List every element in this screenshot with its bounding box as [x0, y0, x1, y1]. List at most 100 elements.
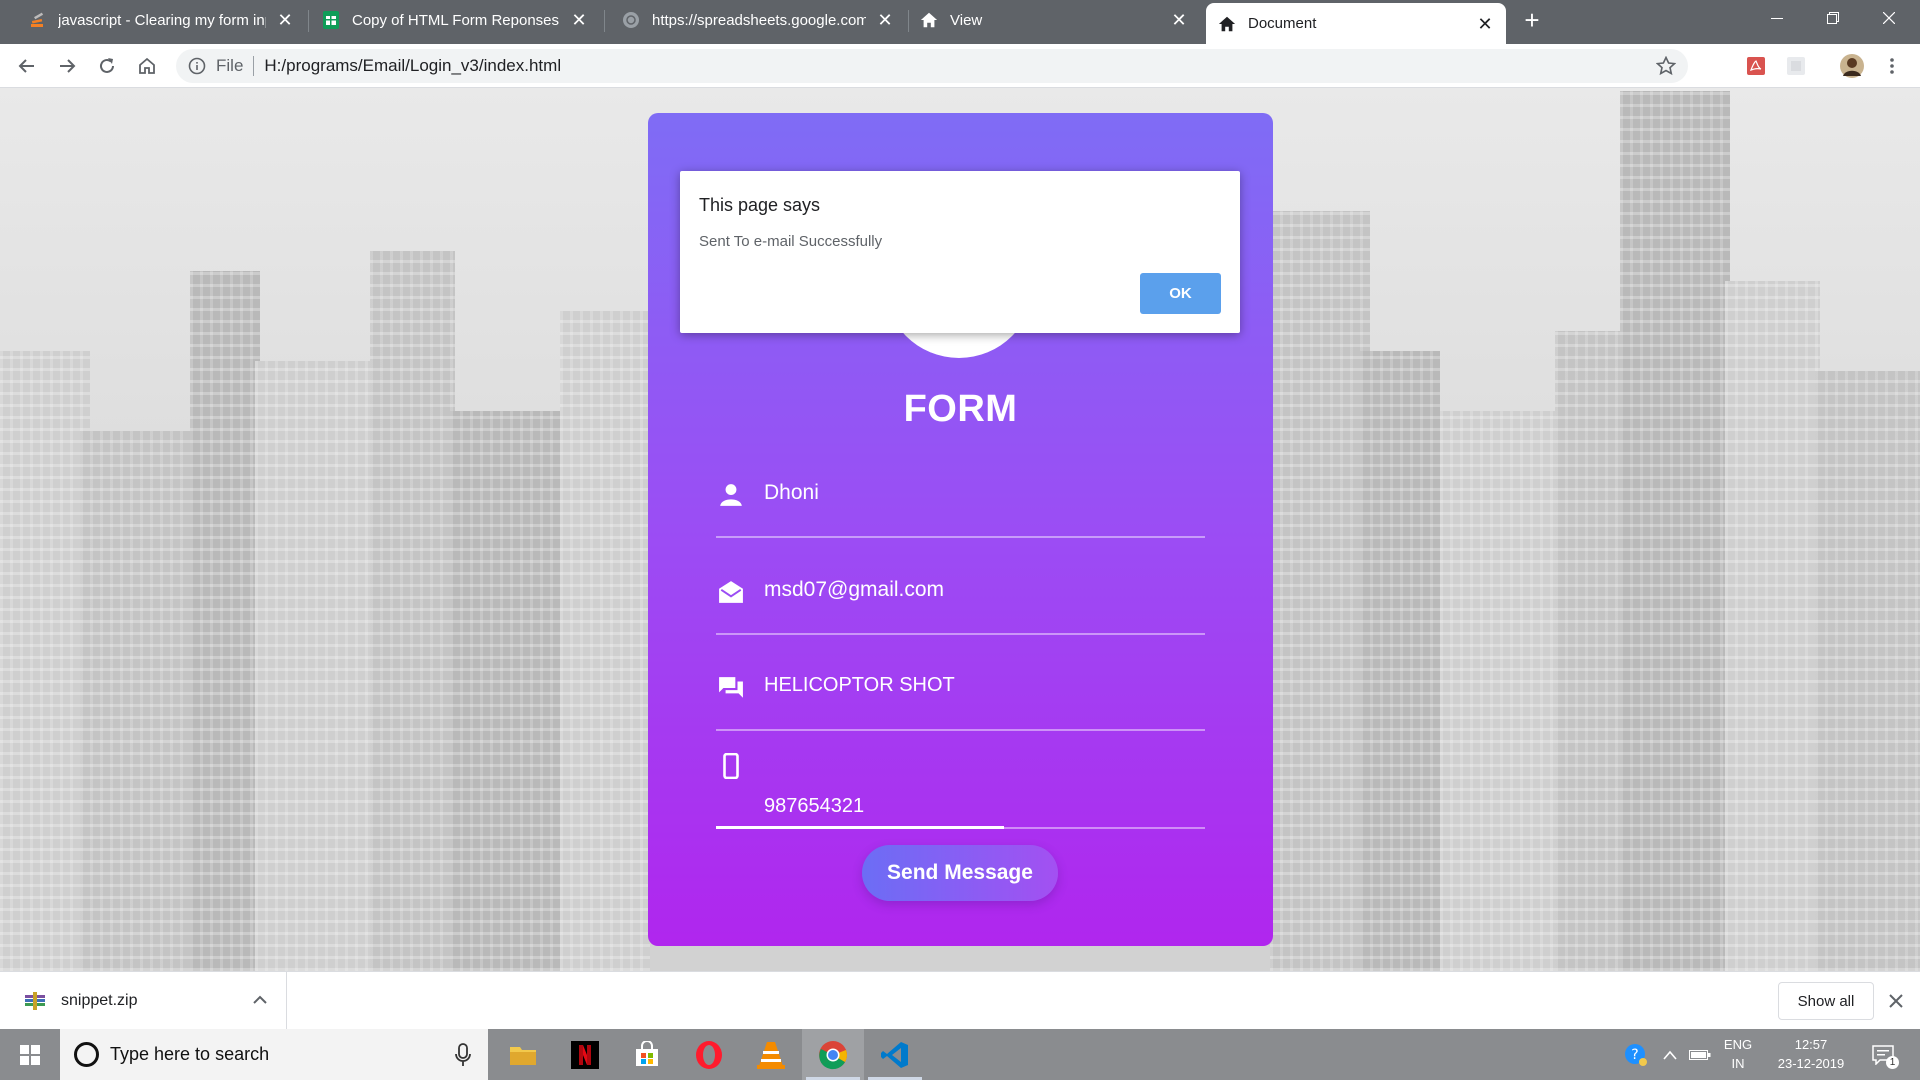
tab-view[interactable]: View ✕	[908, 0, 1200, 40]
info-icon[interactable]	[188, 57, 206, 75]
page-viewport: FORM Dhoni msd07@gmail.com HELICOPTOR SH…	[0, 88, 1920, 971]
search-placeholder: Type here to search	[110, 1044, 270, 1064]
download-file-name: snippet.zip	[61, 992, 138, 1009]
avatar-icon	[1840, 54, 1864, 78]
new-tab-button[interactable]: +	[1518, 6, 1546, 34]
region-code: IN	[1731, 1056, 1745, 1071]
back-button[interactable]	[13, 52, 41, 80]
help-tray-icon[interactable]: ?	[1624, 1043, 1648, 1067]
menu-button[interactable]	[1878, 52, 1906, 80]
url-scheme: File	[216, 56, 244, 75]
tab-title: https://spreadsheets.google.com	[652, 11, 866, 29]
show-all-button[interactable]: Show all	[1778, 982, 1874, 1020]
field-underline	[716, 729, 1205, 731]
windows-logo-icon	[20, 1044, 40, 1065]
tab-stackoverflow[interactable]: javascript - Clearing my form inputs ✕	[16, 0, 306, 40]
email-input[interactable]: msd07@gmail.com	[764, 578, 944, 602]
chrome-icon	[819, 1040, 847, 1069]
divider	[253, 56, 255, 76]
clock-time: 12:57	[1794, 1037, 1828, 1052]
alert-dialog: This page says Sent To e-mail Successful…	[680, 171, 1240, 333]
sheets-icon	[322, 11, 340, 29]
tab-document[interactable]: Document ✕	[1206, 3, 1506, 44]
close-icon[interactable]: ✕	[876, 11, 894, 29]
close-icon[interactable]	[1886, 991, 1906, 1011]
home-icon	[139, 57, 155, 74]
taskbar-file-explorer[interactable]	[492, 1029, 554, 1080]
tab-separator	[604, 10, 605, 32]
windows-taskbar: Type here to search ? ENG IN 12:57 23-12…	[0, 1029, 1920, 1080]
person-icon	[720, 484, 742, 506]
message-input[interactable]: HELICOPTOR SHOT	[764, 674, 955, 697]
tab-title: View	[950, 11, 983, 29]
restore-icon	[1827, 12, 1839, 24]
close-icon	[1883, 12, 1895, 24]
ok-button[interactable]: OK	[1140, 273, 1221, 314]
tray-overflow[interactable]	[1658, 1043, 1682, 1067]
home-icon	[920, 11, 938, 29]
tab-title: Copy of HTML Form Reponses - Google Shee…	[352, 11, 560, 29]
field-underline	[716, 633, 1205, 635]
name-field[interactable]: Dhoni	[716, 468, 1205, 538]
forward-button[interactable]	[53, 52, 81, 80]
clock-date: 23-12-2019	[1777, 1056, 1845, 1071]
dialog-message: Sent To e-mail Successfully	[699, 233, 883, 250]
download-item[interactable]: snippet.zip	[0, 972, 287, 1030]
field-underline	[716, 536, 1205, 538]
arrow-right-icon	[60, 59, 76, 73]
battery-icon	[1689, 1050, 1711, 1060]
extension-button[interactable]	[1782, 52, 1810, 80]
pdf-extension-button[interactable]	[1742, 52, 1770, 80]
taskbar-netflix[interactable]	[554, 1029, 616, 1080]
close-icon[interactable]: ✕	[1476, 15, 1494, 33]
minimize-button[interactable]	[1754, 0, 1800, 36]
cortana-icon	[74, 1042, 99, 1067]
phone-input[interactable]: 987654321	[764, 795, 864, 818]
close-icon[interactable]: ✕	[570, 11, 588, 29]
send-message-button[interactable]: Send Message	[862, 845, 1058, 901]
battery-tray-icon[interactable]	[1688, 1043, 1712, 1067]
tab-separator	[308, 10, 309, 32]
tab-google-sheets[interactable]: Copy of HTML Form Reponses - Google Shee…	[310, 0, 600, 40]
stackoverflow-icon	[28, 11, 46, 29]
start-button[interactable]	[0, 1029, 60, 1080]
action-center-button[interactable]: 1	[1868, 1043, 1899, 1069]
taskbar-opera[interactable]	[678, 1029, 740, 1080]
close-icon[interactable]: ✕	[276, 11, 294, 29]
opera-icon	[696, 1040, 722, 1069]
profile-avatar[interactable]	[1838, 52, 1866, 80]
dialog-title: This page says	[699, 195, 821, 215]
taskbar-search[interactable]: Type here to search	[60, 1029, 488, 1080]
email-field[interactable]: msd07@gmail.com	[716, 565, 1205, 635]
store-icon	[636, 1040, 658, 1066]
taskbar-vlc[interactable]	[740, 1029, 802, 1080]
more-vert-icon	[1890, 58, 1894, 74]
bookmark-star-icon[interactable]	[1656, 56, 1676, 76]
input-language[interactable]: ENG IN	[1716, 1035, 1760, 1073]
clock[interactable]: 12:57 23-12-2019	[1764, 1035, 1858, 1073]
window-close-button[interactable]	[1866, 0, 1912, 36]
address-bar[interactable]: File H:/programs/Email/Login_v3/index.ht…	[176, 49, 1688, 83]
minimize-icon	[1771, 18, 1783, 19]
phone-field[interactable]: 987654321	[716, 753, 1205, 829]
taskbar-store[interactable]	[616, 1029, 678, 1080]
microphone-icon[interactable]	[454, 1043, 472, 1067]
name-input[interactable]: Dhoni	[764, 481, 819, 505]
message-field[interactable]: HELICOPTOR SHOT	[716, 661, 1205, 731]
tab-spreadsheets[interactable]: https://spreadsheets.google.com ✕	[610, 0, 906, 40]
close-icon[interactable]: ✕	[1170, 11, 1188, 29]
chevron-up-icon[interactable]	[250, 990, 270, 1010]
globe-icon	[622, 11, 640, 29]
reload-icon	[100, 58, 114, 73]
download-shelf: snippet.zip Show all	[0, 971, 1920, 1030]
taskbar-chrome[interactable]	[802, 1029, 864, 1080]
notification-count: 1	[1886, 1056, 1899, 1069]
home-button[interactable]	[133, 52, 161, 80]
archive-icon	[25, 992, 45, 1010]
restore-button[interactable]	[1810, 0, 1856, 36]
pdf-icon	[1747, 57, 1765, 75]
taskbar-vscode[interactable]	[864, 1029, 926, 1080]
help-icon: ?	[1625, 1044, 1647, 1066]
home-icon	[1218, 15, 1236, 33]
reload-button[interactable]	[93, 52, 121, 80]
